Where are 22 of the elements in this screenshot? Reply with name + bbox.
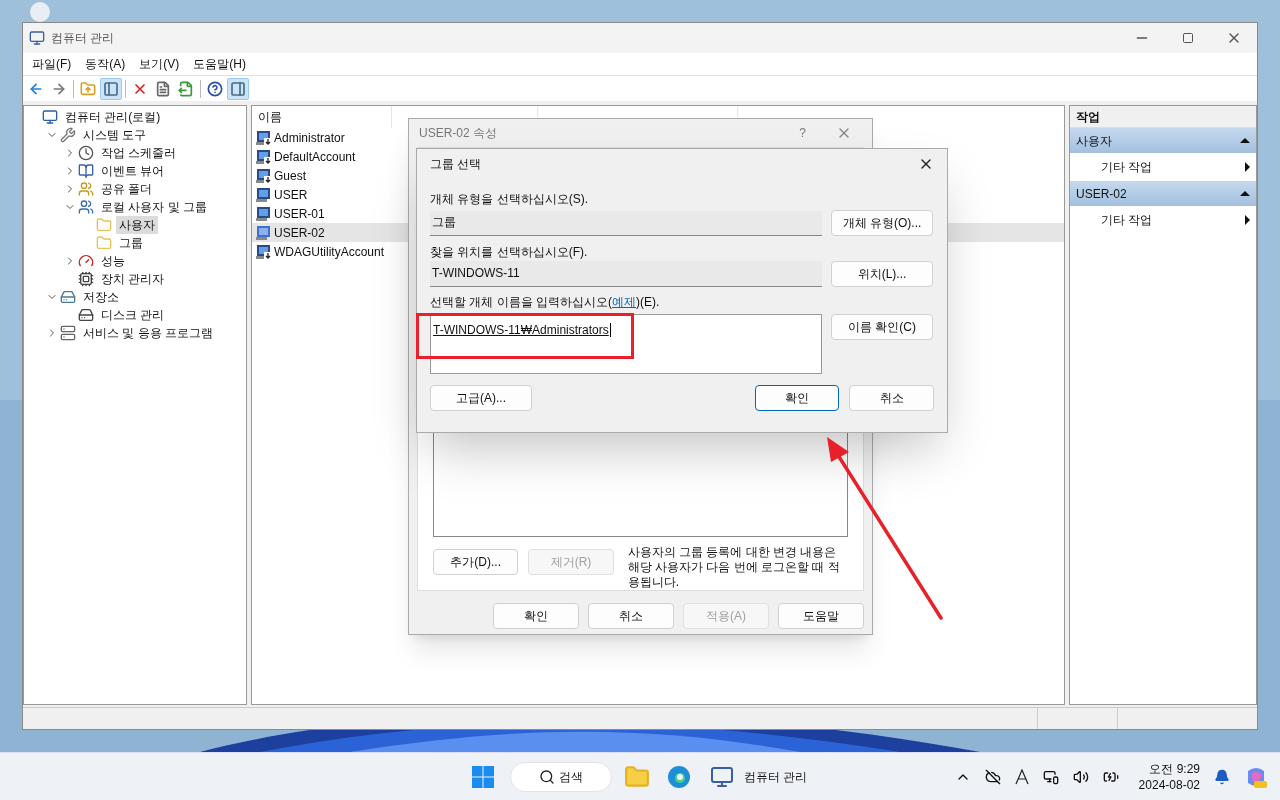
user-name: USER-01: [274, 205, 325, 223]
field-label: 선택할 개체 이름을 입력하십시오(예제)(E).: [430, 295, 661, 310]
user-name: USER: [274, 186, 308, 204]
window-title: 컴퓨터 관리: [51, 30, 115, 47]
object-type-field: 그룹: [430, 210, 822, 236]
section-title: USER-02: [1076, 185, 1127, 203]
note-text: 사용자의 그룹 등록에 대한 변경 내용은 해당 사용자가 다음 번에 로그온할 때 적용됩니다.: [627, 545, 841, 590]
section-title: 사용자: [1076, 132, 1112, 150]
location-field: T-WINDOWS-11: [430, 261, 822, 287]
dialog-title: 그룹 선택: [430, 156, 482, 173]
user-name: DefaultAccount: [274, 148, 356, 166]
user-name: WDAGUtilityAccount: [274, 243, 385, 261]
field-label: 찾을 위치를 선택하십시오(F).: [430, 245, 589, 260]
field-label: 개체 유형을 선택하십시오(S).: [430, 192, 589, 207]
typed-text: T-WINDOWS-11₩Administrators: [433, 323, 611, 337]
date-text: 2024-08-02: [1138, 776, 1200, 793]
dialog-title: USER-02 속성: [419, 125, 498, 142]
time-text: 오전 9:29: [1149, 760, 1200, 777]
user-name: Guest: [274, 167, 306, 185]
user-name: USER-02: [274, 224, 325, 242]
user-name: Administrator: [274, 129, 345, 147]
actions-title: 작업: [1070, 106, 1256, 128]
